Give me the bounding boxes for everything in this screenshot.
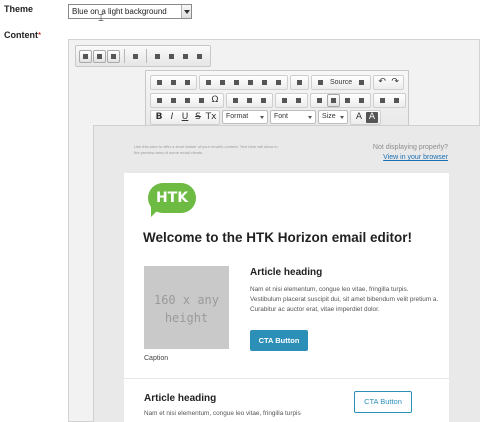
email-title[interactable]: Welcome to the HTK Horizon email editor! [143, 230, 412, 245]
toolbar-group [226, 92, 273, 108]
theme-select-value: Blue on a light background [72, 7, 167, 16]
toolbar-group: Ω [150, 92, 224, 108]
font-dropdown[interactable]: Font [270, 110, 316, 124]
anchor-icon[interactable] [257, 94, 270, 107]
numbered-list-icon[interactable] [278, 94, 291, 107]
redo-icon[interactable]: ↷ [389, 77, 401, 88]
source-button[interactable]: Source [328, 79, 354, 86]
placeholder-line-1: 160 x any [153, 293, 220, 307]
theme-select[interactable]: Blue on a light background [68, 4, 192, 19]
preheader-text: Use this area to offer a short teaser of… [134, 144, 278, 155]
theme-label: Theme [4, 4, 34, 14]
view-in-browser-link[interactable]: View in your browser [383, 154, 448, 161]
indent-icon[interactable] [390, 94, 403, 107]
content-label: Content* [4, 30, 41, 40]
align-right-icon[interactable] [341, 94, 354, 107]
paste-icon[interactable] [230, 76, 243, 89]
strikethrough-button[interactable]: S [192, 112, 204, 123]
bold-button[interactable]: B [153, 112, 165, 123]
bg-color-button[interactable]: A [366, 111, 378, 123]
email-preview: Use this area to offer a short teaser of… [93, 125, 480, 422]
htk-logo: HTK [148, 183, 196, 217]
image-icon[interactable] [79, 49, 92, 63]
cta-button[interactable]: CTA Button [250, 330, 308, 351]
size-dropdown[interactable]: Size [318, 110, 348, 124]
copy-icon[interactable] [216, 76, 229, 89]
format-dropdown[interactable]: Format [222, 110, 268, 124]
outdent-icon[interactable] [376, 94, 389, 107]
toolbar-group [275, 92, 308, 108]
mobile-landscape-icon[interactable] [179, 50, 192, 63]
logo-text: HTK [148, 183, 196, 213]
unlink-icon[interactable] [243, 94, 256, 107]
cta-button-outline[interactable]: CTA Button [354, 391, 412, 413]
spellcheck-icon[interactable] [293, 76, 306, 89]
toolbar-group [373, 92, 406, 108]
show-blocks-icon[interactable] [153, 76, 166, 89]
templates-icon[interactable] [167, 76, 180, 89]
undo-icon[interactable]: ↶ [376, 77, 388, 88]
paste-text-icon[interactable] [244, 76, 257, 89]
toolbar-group [310, 92, 371, 108]
mouse-cursor-icon: ⌶ [98, 13, 104, 24]
toolbar-divider [146, 49, 147, 63]
toolbar-group: A A [350, 109, 381, 125]
special-char-icon[interactable]: Ω [209, 95, 221, 106]
email-body: HTK Welcome to the HTK Horizon email edi… [124, 173, 449, 422]
toolbar-group [150, 74, 197, 90]
article-heading-2[interactable]: Article heading [144, 393, 216, 404]
source-icon[interactable] [314, 76, 327, 89]
section-divider [124, 378, 449, 379]
text-image-icon[interactable] [107, 49, 120, 63]
link-icon[interactable] [229, 94, 242, 107]
image-icon[interactable] [153, 94, 166, 107]
required-mark: * [38, 31, 42, 40]
article-body[interactable]: Nam et nisi elementum, congue leo vitae,… [250, 285, 440, 315]
toolbar-group [199, 74, 288, 90]
preview-icon[interactable] [355, 76, 368, 89]
chevron-down-icon[interactable] [181, 5, 191, 18]
toolbar-row-3: B I U S Tx Format Font Size A A [150, 109, 381, 125]
save-icon[interactable] [181, 76, 194, 89]
underline-button[interactable]: U [179, 112, 191, 123]
justify-icon[interactable] [355, 94, 368, 107]
image-caption[interactable]: Caption [144, 355, 168, 362]
block-toolbar [75, 45, 211, 67]
table-alt-icon[interactable] [195, 94, 208, 107]
toolbar-row-1: Source ↶ ↷ [150, 74, 405, 90]
tablet-icon[interactable] [165, 50, 178, 63]
table-icon[interactable] [167, 94, 180, 107]
placeholder-line-2: height [164, 311, 209, 325]
align-center-icon[interactable] [327, 93, 340, 107]
toolbar-row-2: Ω [150, 92, 406, 108]
not-displaying-text: Not displaying properly? [372, 144, 448, 151]
cut-icon[interactable] [202, 76, 215, 89]
bulleted-list-icon[interactable] [292, 94, 305, 107]
mobile-icon[interactable] [193, 50, 206, 63]
image-placeholder[interactable]: 160 x any height [144, 266, 229, 349]
content-label-text: Content [4, 30, 38, 40]
italic-button[interactable]: I [166, 112, 178, 123]
remove-format-button[interactable]: Tx [205, 112, 217, 123]
toolbar-group: B I U S Tx [150, 109, 220, 125]
align-left-icon[interactable] [313, 94, 326, 107]
maximize-icon[interactable] [129, 50, 142, 63]
horizontal-line-icon[interactable] [181, 94, 194, 107]
text-color-button[interactable]: A [353, 112, 365, 123]
toolbar-group: Source [311, 74, 372, 90]
article-body-2[interactable]: Nam et nisi elementum, congue leo vitae,… [144, 410, 301, 417]
social-icons-icon[interactable] [272, 76, 285, 89]
text-block-icon[interactable] [93, 49, 106, 63]
article-heading[interactable]: Article heading [250, 267, 322, 278]
rich-text-toolbar: Source ↶ ↷ Ω B I U S Tx Format Font Size… [145, 70, 409, 130]
toolbar-group: ↶ ↷ [373, 74, 405, 90]
desktop-icon[interactable] [151, 50, 164, 63]
toolbar-group [290, 74, 309, 90]
toolbar-divider [124, 49, 125, 63]
paste-word-icon[interactable] [258, 76, 271, 89]
